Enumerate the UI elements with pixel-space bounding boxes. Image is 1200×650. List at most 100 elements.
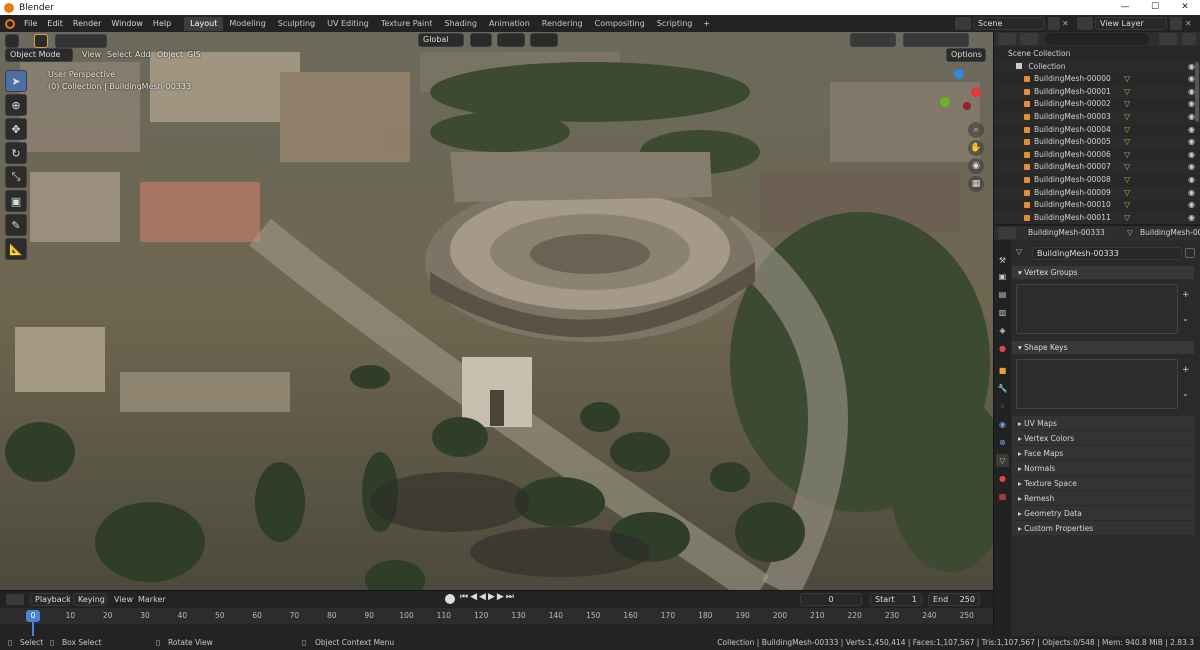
add-shape-key-icon[interactable]: + xyxy=(1182,365,1190,375)
mesh-data-icon[interactable]: ▽ xyxy=(1124,187,1130,200)
display-mode-icon[interactable] xyxy=(1020,33,1038,45)
material-tab-icon[interactable]: ● xyxy=(996,472,1009,485)
property-section[interactable]: ▸ Geometry Data xyxy=(1012,506,1194,521)
options-dropdown[interactable]: Options xyxy=(946,48,986,62)
object-tab-icon[interactable]: ■ xyxy=(996,364,1009,377)
header-menu-select[interactable]: Select xyxy=(107,49,132,61)
output-tab-icon[interactable]: ▤ xyxy=(996,288,1009,301)
z-axis-icon[interactable] xyxy=(954,69,964,79)
eye-icon[interactable]: ◉ xyxy=(1188,124,1195,137)
transform-tool-icon[interactable]: ▣ xyxy=(5,190,27,212)
mode-dropdown[interactable]: Object Mode xyxy=(5,48,73,62)
property-section[interactable]: ▸ Face Maps xyxy=(1012,446,1194,461)
keying-dropdown[interactable]: Keying xyxy=(73,593,107,606)
scale-tool-icon[interactable]: ⤡ xyxy=(5,166,27,188)
collection-row[interactable]: Collection ◉ xyxy=(994,60,1200,74)
pan-hand-icon[interactable]: ✋ xyxy=(968,140,984,156)
outliner-item[interactable]: BuildingMesh-00001 ▽ ◉ xyxy=(994,85,1200,99)
menu-help[interactable]: Help xyxy=(148,15,176,32)
scene-tab-icon[interactable]: ◈ xyxy=(996,324,1009,337)
fake-user-icon[interactable] xyxy=(1185,248,1195,258)
measure-tool-icon[interactable]: 📐 xyxy=(5,238,27,260)
pivot-dropdown[interactable] xyxy=(470,33,492,47)
minimize-button[interactable]: — xyxy=(1110,0,1140,15)
mesh-name-field[interactable]: BuildingMesh-00333 xyxy=(1032,247,1182,260)
tab-modeling[interactable]: Modeling xyxy=(223,17,271,31)
outliner-item[interactable]: BuildingMesh-00007 ▽ ◉ xyxy=(994,161,1200,174)
property-section[interactable]: ▸ Remesh xyxy=(1012,491,1194,506)
vertex-group-menu-icon[interactable]: ⌄ xyxy=(1182,314,1189,323)
render-tab-icon[interactable]: ▣ xyxy=(996,270,1009,283)
header-menu-object[interactable]: Object xyxy=(157,49,183,61)
playback-controls[interactable]: ⏮◀◀▶▶⏭ xyxy=(460,592,516,602)
property-section[interactable]: ▸ Custom Properties xyxy=(1012,521,1194,536)
mesh-data-tab-icon[interactable]: ▽ xyxy=(996,454,1009,467)
close-button[interactable]: ✕ xyxy=(1170,0,1200,15)
mesh-data-icon[interactable]: ▽ xyxy=(1124,212,1130,225)
mesh-data-icon[interactable]: ▽ xyxy=(1124,199,1130,212)
view-layer-field[interactable]: View Layer xyxy=(1095,17,1167,30)
move-tool-icon[interactable]: ✥ xyxy=(5,118,27,140)
y-axis-icon[interactable] xyxy=(940,97,950,107)
texture-tab-icon[interactable]: ▦ xyxy=(996,490,1009,503)
shading-modes[interactable] xyxy=(903,33,969,47)
eye-icon[interactable]: ◉ xyxy=(1188,149,1195,162)
outliner-item[interactable]: BuildingMesh-00002 ▽ ◉ xyxy=(994,98,1200,111)
outliner-item[interactable]: BuildingMesh-00006 ▽ ◉ xyxy=(994,149,1200,162)
delete-scene-icon[interactable]: ✕ xyxy=(1062,17,1072,30)
tool-tab-icon[interactable]: ⚒ xyxy=(996,254,1009,267)
physics-tab-icon[interactable]: ◉ xyxy=(996,418,1009,431)
mesh-data-icon[interactable]: ▽ xyxy=(1124,161,1130,174)
header-menu-view[interactable]: View xyxy=(82,49,101,61)
checkbox-icon[interactable] xyxy=(1016,62,1022,69)
mesh-data-icon[interactable]: ▽ xyxy=(1124,124,1130,137)
header-menu-add[interactable]: Add xyxy=(135,49,151,61)
new-scene-icon[interactable] xyxy=(1048,17,1060,30)
tab-scripting[interactable]: Scripting xyxy=(651,17,699,31)
timeline-marker-menu[interactable]: Marker xyxy=(138,593,166,606)
mesh-data-icon[interactable]: ▽ xyxy=(1124,111,1130,124)
mesh-data-icon[interactable]: ▽ xyxy=(1124,98,1130,111)
outliner-item[interactable]: BuildingMesh-00004 ▽ ◉ xyxy=(994,124,1200,137)
end-frame-field[interactable]: End 250 xyxy=(928,593,980,606)
menu-render[interactable]: Render xyxy=(68,15,106,32)
neg-x-axis-icon[interactable] xyxy=(963,102,971,110)
rotate-tool-icon[interactable]: ↻ xyxy=(5,142,27,164)
scene-icon[interactable] xyxy=(955,17,971,30)
outliner-item[interactable]: BuildingMesh-00005 ▽ ◉ xyxy=(994,136,1200,149)
eye-icon[interactable]: ◉ xyxy=(1188,161,1195,174)
timeline-ruler[interactable]: 0 10 20 30 40 50 60 70 80 90 100 110 120 130 140 150 160… xyxy=(0,608,993,624)
new-collection-icon[interactable] xyxy=(1182,33,1196,45)
new-view-layer-icon[interactable] xyxy=(1170,17,1182,30)
3d-viewport[interactable]: Object Mode View Select Add Object GIS G… xyxy=(0,32,993,590)
tab-shading[interactable]: Shading xyxy=(438,17,483,31)
view-layer-tab-icon[interactable]: ▥ xyxy=(996,306,1009,319)
scene-field[interactable]: Scene xyxy=(973,17,1045,30)
editor-type-icon[interactable] xyxy=(5,34,19,48)
eye-icon[interactable]: ◉ xyxy=(1188,111,1195,124)
eye-icon[interactable]: ◉ xyxy=(1188,212,1195,225)
outliner-item[interactable]: BuildingMesh-00009 ▽ ◉ xyxy=(994,186,1200,200)
outliner-editor-icon[interactable] xyxy=(998,33,1016,45)
view-layer-icon[interactable] xyxy=(1077,17,1093,30)
record-icon[interactable] xyxy=(445,594,455,604)
mesh-data-icon[interactable]: ▽ xyxy=(1124,136,1130,149)
blender-menu-icon[interactable] xyxy=(5,18,15,29)
menu-window[interactable]: Window xyxy=(106,15,148,32)
timeline-editor-icon[interactable] xyxy=(6,594,24,605)
outliner-item[interactable]: BuildingMesh-00008 ▽ ◉ xyxy=(994,174,1200,187)
property-section[interactable]: ▸ Vertex Colors xyxy=(1012,431,1194,446)
tab-sculpting[interactable]: Sculpting xyxy=(272,17,321,31)
mesh-data-icon[interactable]: ▽ xyxy=(1124,149,1130,162)
tab-texture-paint[interactable]: Texture Paint xyxy=(375,17,439,31)
navigation-gizmo[interactable] xyxy=(935,67,985,117)
add-workspace-icon[interactable]: + xyxy=(698,15,715,32)
timeline-view-menu[interactable]: View xyxy=(114,593,133,606)
mesh-data-icon[interactable]: ▽ xyxy=(1124,86,1130,99)
outliner-item[interactable]: BuildingMesh-00011 ▽ ◉ xyxy=(994,211,1200,225)
modifier-tab-icon[interactable]: 🔧 xyxy=(996,382,1009,395)
eye-icon[interactable]: ◉ xyxy=(1188,136,1195,149)
visibility-overlays[interactable] xyxy=(850,33,896,47)
mesh-browse-icon[interactable]: ▽ xyxy=(1016,247,1030,260)
eye-icon[interactable]: ◉ xyxy=(1188,98,1195,111)
